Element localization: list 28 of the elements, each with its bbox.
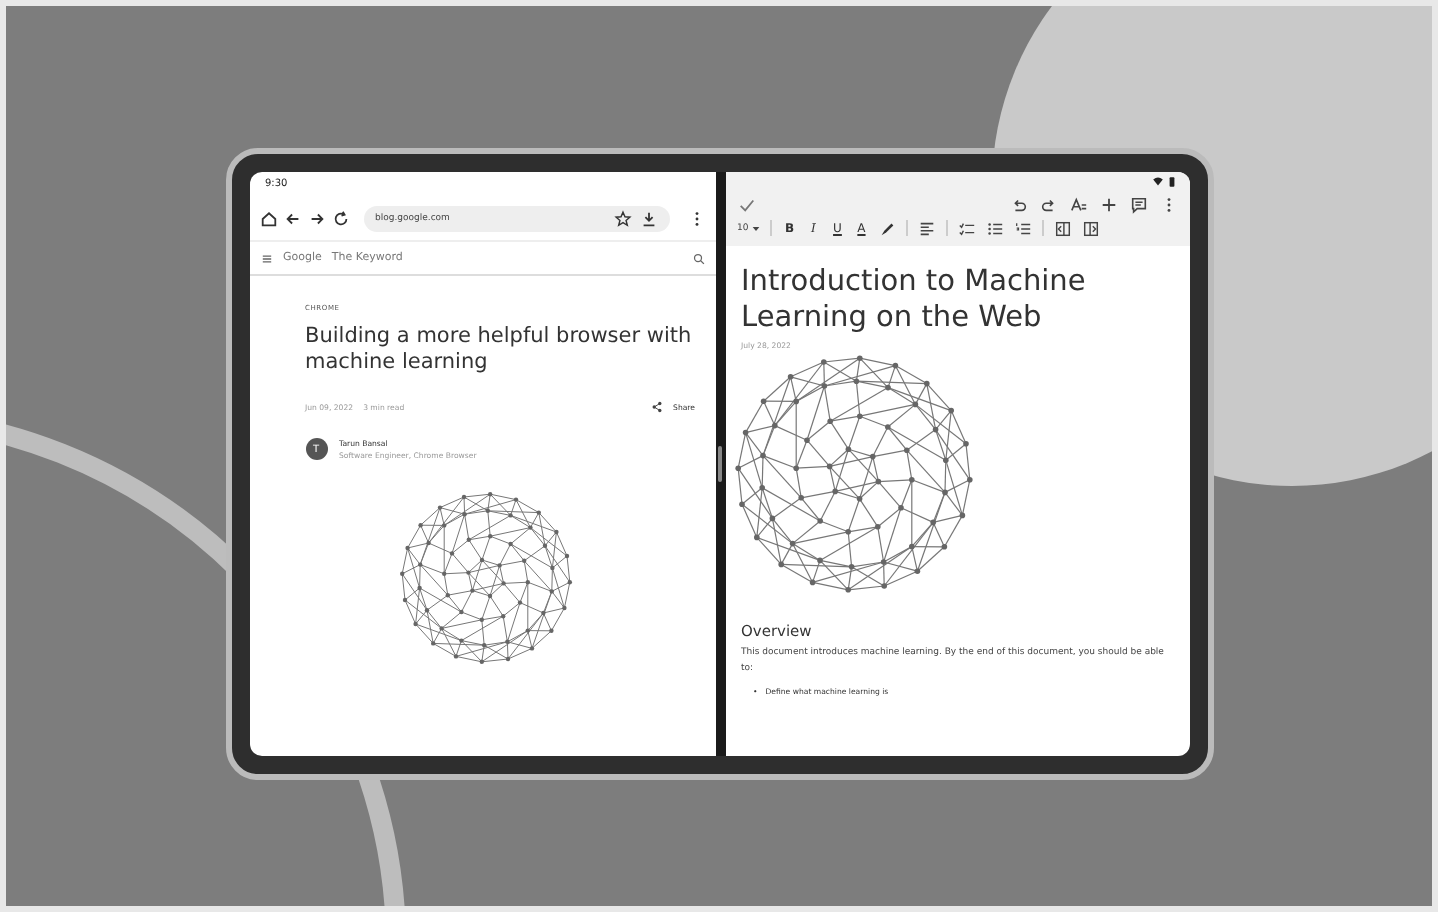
plus-icon[interactable] bbox=[1099, 195, 1117, 213]
reload-icon[interactable] bbox=[331, 209, 349, 227]
document-title: Introduction to Machine Learning on the Web bbox=[741, 266, 1088, 337]
forward-icon[interactable] bbox=[307, 209, 325, 227]
indent-decrease-icon[interactable] bbox=[1054, 219, 1073, 237]
bullet-list-icon[interactable] bbox=[986, 219, 1005, 237]
indent-increase-icon[interactable] bbox=[1082, 219, 1101, 237]
share-icon[interactable] bbox=[649, 400, 664, 415]
menu-icon[interactable] bbox=[259, 251, 273, 265]
align-icon[interactable] bbox=[918, 219, 937, 237]
split-handle[interactable] bbox=[718, 446, 722, 482]
wifi-icon bbox=[1151, 176, 1163, 188]
text-format-icon[interactable] bbox=[1069, 195, 1087, 213]
home-icon[interactable] bbox=[259, 209, 277, 227]
article-headline: Building a more helpful browser with machine learning bbox=[305, 324, 694, 377]
checkmark-icon[interactable] bbox=[737, 195, 755, 213]
download-icon[interactable] bbox=[639, 209, 657, 227]
undo-icon[interactable] bbox=[1009, 195, 1027, 213]
comment-icon[interactable] bbox=[1129, 195, 1147, 213]
numbered-list-icon[interactable] bbox=[1014, 219, 1033, 237]
battery-icon bbox=[1165, 176, 1177, 188]
redo-icon[interactable] bbox=[1039, 195, 1057, 213]
highlighter-icon[interactable] bbox=[878, 219, 897, 237]
back-icon[interactable] bbox=[283, 209, 301, 227]
search-icon[interactable] bbox=[691, 251, 705, 265]
checklist-icon[interactable] bbox=[958, 219, 977, 237]
star-icon[interactable] bbox=[613, 209, 631, 227]
caret-icon bbox=[752, 225, 761, 231]
